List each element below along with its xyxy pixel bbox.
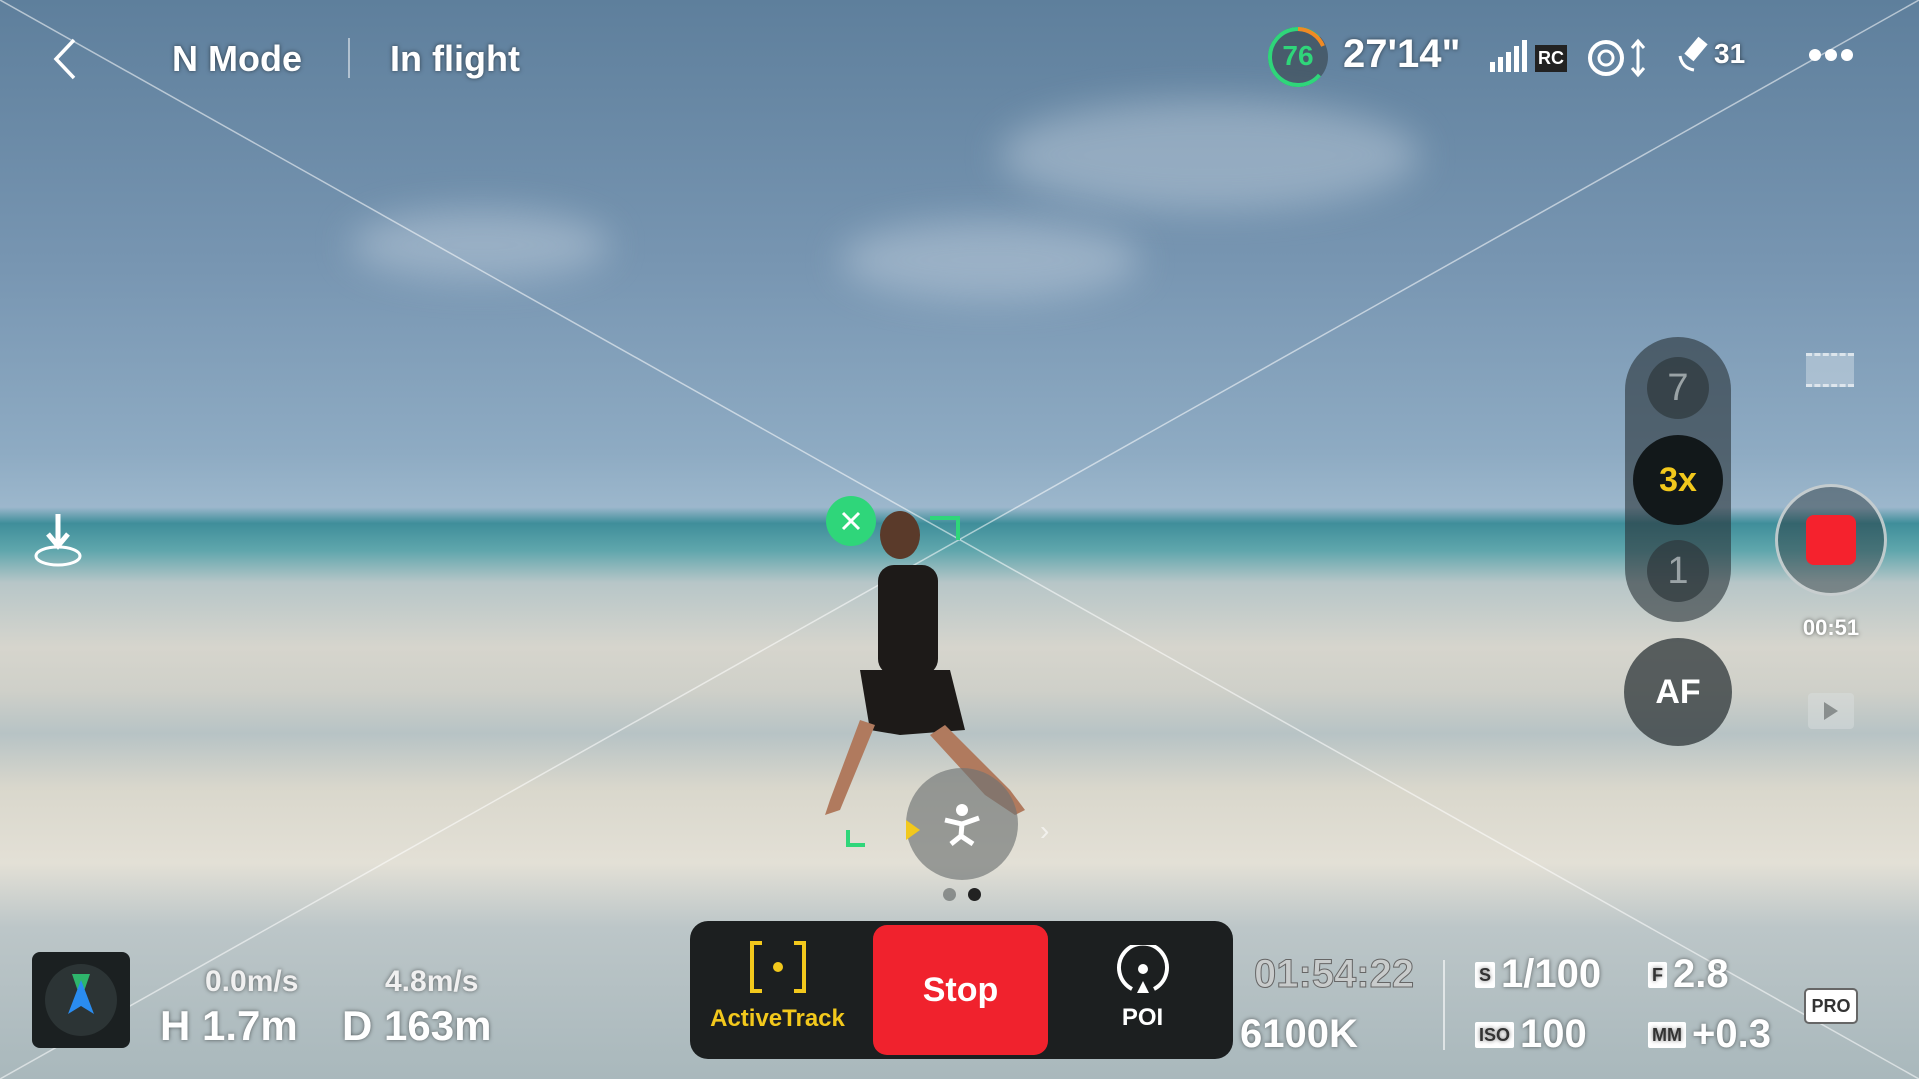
activetrack-button[interactable]: ActiveTrack [700, 940, 855, 1033]
chevron-left-icon [53, 38, 76, 80]
divider [348, 38, 350, 78]
white-balance[interactable]: 6100K [1240, 1012, 1358, 1057]
zoom-option-7[interactable]: 7 [1647, 357, 1709, 419]
activetrack-icon [749, 941, 806, 993]
aperture[interactable]: F 2.8 [1648, 952, 1729, 997]
divider [1443, 960, 1445, 1050]
runner-subject [825, 511, 1025, 815]
distance-readout: D 163m [342, 1002, 492, 1049]
rc-signal[interactable]: RC [1490, 40, 1567, 72]
stop-record-icon [1806, 515, 1856, 565]
signal-bars-icon [1490, 40, 1527, 72]
satellite-icon [1678, 36, 1708, 72]
activetrack-label: ActiveTrack [710, 1005, 845, 1032]
ev-value: +0.3 [1692, 1012, 1771, 1056]
metering-icon: MM [1648, 1021, 1686, 1048]
compass-icon [45, 964, 117, 1036]
play-arrow-icon [906, 820, 920, 840]
mini-map-compass[interactable] [32, 952, 130, 1048]
iso-icon: ISO [1475, 1021, 1515, 1048]
more-dots-icon [1809, 49, 1853, 61]
record-button[interactable] [1775, 484, 1887, 596]
battery-percent: 76 [1282, 40, 1314, 71]
playback-button[interactable] [1808, 693, 1854, 729]
aperture-value: 2.8 [1673, 952, 1729, 996]
page-dot[interactable] [943, 888, 956, 901]
camera-mode-pro-button[interactable]: PRO [1804, 988, 1858, 1024]
flight-mode[interactable]: N Mode [172, 38, 302, 80]
rc-label: RC [1535, 45, 1567, 72]
shutter-icon: S [1475, 961, 1496, 988]
person-icon [944, 804, 980, 846]
poi-label: POI [1121, 1004, 1164, 1031]
satellite-count: 31 [1714, 38, 1746, 69]
storage-remaining: 01:54:22 [1253, 952, 1415, 997]
takeoff-landing-button[interactable] [32, 510, 84, 573]
close-icon [841, 511, 861, 531]
exposure-compensation[interactable]: MM +0.3 [1648, 1012, 1771, 1057]
iso-value: 100 [1520, 1012, 1587, 1056]
stop-button[interactable]: Stop [873, 925, 1048, 1055]
cancel-track-button[interactable] [826, 496, 876, 546]
autofocus-button[interactable]: AF [1624, 638, 1732, 746]
zoom-option-1[interactable]: 1 [1647, 540, 1709, 602]
landing-icon [34, 514, 82, 567]
shutter-speed[interactable]: S 1/100 [1475, 952, 1601, 997]
height-readout: H 1.7m [160, 1002, 298, 1049]
battery-indicator[interactable]: 76 [1265, 24, 1331, 90]
shutter-value: 1/100 [1501, 952, 1602, 996]
flight-time-remaining: 27'14" [1343, 32, 1461, 76]
page-dot-active[interactable] [968, 888, 981, 901]
poi-button[interactable]: POI [1070, 941, 1215, 1032]
video-mode-icon[interactable] [1806, 353, 1854, 387]
more-menu-button[interactable] [1808, 48, 1854, 67]
play-icon [1824, 702, 1838, 720]
flight-status: In flight [390, 38, 520, 79]
subject-selector[interactable] [906, 768, 1018, 880]
back-button[interactable] [50, 36, 80, 93]
track-bracket [846, 830, 865, 847]
record-time: 00:51 [1802, 615, 1860, 640]
poi-icon [1116, 941, 1169, 993]
horizontal-speed: 4.8m/s [385, 965, 479, 998]
vertical-speed: 0.0m/s [205, 965, 299, 998]
obstacle-avoidance-icon[interactable] [1586, 38, 1650, 83]
gps-status[interactable]: 31 [1676, 34, 1745, 74]
zoom-option-3x[interactable]: 3x [1633, 435, 1723, 525]
aperture-icon: F [1648, 961, 1667, 988]
chevron-right-icon[interactable]: › [1040, 815, 1049, 847]
iso[interactable]: ISO 100 [1475, 1012, 1587, 1057]
